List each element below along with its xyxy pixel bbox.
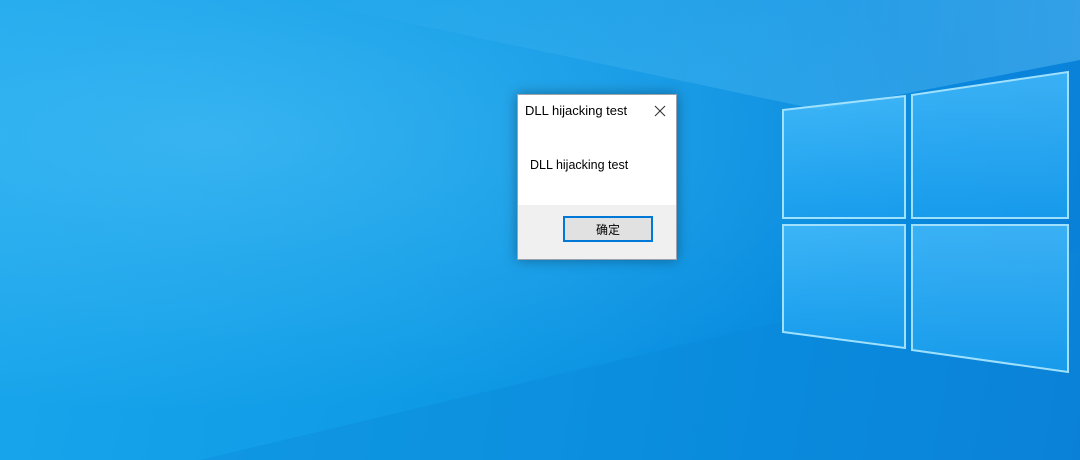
dialog-button-area: 确定 (518, 205, 676, 259)
windows-logo (782, 70, 1069, 374)
dialog-message: DLL hijacking test (530, 158, 629, 172)
close-icon (654, 105, 666, 117)
message-box-dialog: DLL hijacking test DLL hijacking test 确定 (517, 94, 677, 260)
dialog-title: DLL hijacking test (525, 103, 628, 118)
close-button[interactable] (648, 99, 672, 123)
ok-button[interactable]: 确定 (563, 216, 653, 242)
dialog-titlebar[interactable]: DLL hijacking test (518, 95, 676, 127)
